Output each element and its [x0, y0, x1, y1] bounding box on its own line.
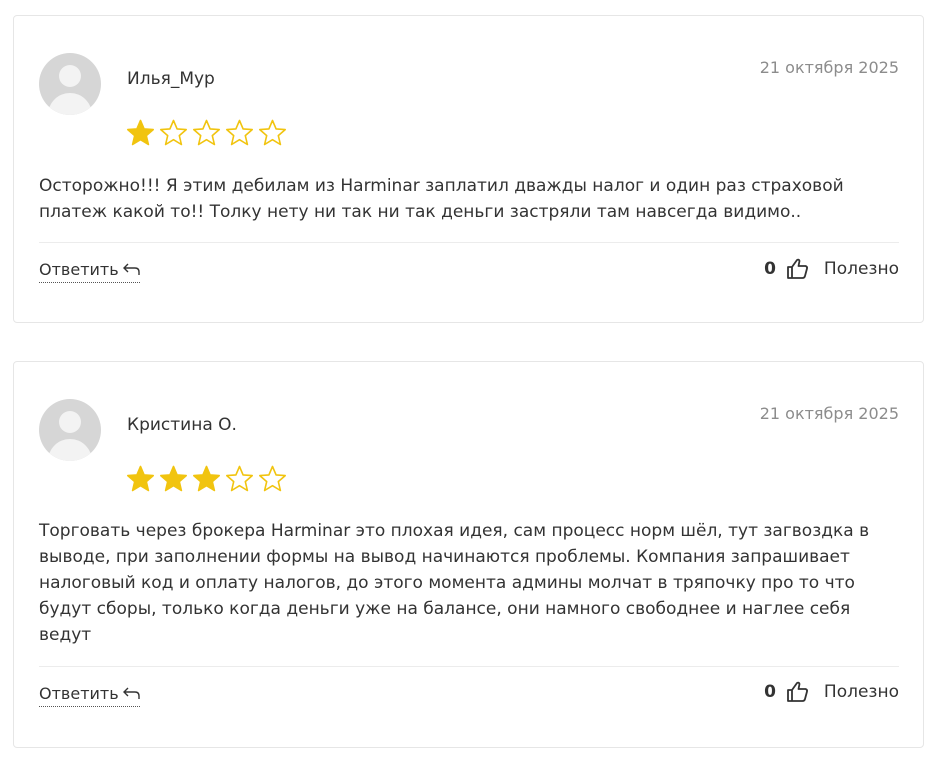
review-text: Осторожно!!! Я этим дебилам из Harminar …: [39, 176, 844, 222]
review-card: Илья_Мур 21 октября 2025 Осторожно!!! Я …: [13, 15, 924, 323]
reply-label: Ответить: [39, 684, 119, 703]
reply-arrow-icon: [122, 687, 140, 699]
helpful-section: 0 Полезно: [764, 257, 899, 281]
helpful-count: 0: [764, 259, 776, 279]
reply-button[interactable]: Ответить: [39, 260, 140, 283]
review-date: 21 октября 2025: [759, 58, 899, 77]
avatar-body-icon: [48, 439, 92, 461]
star-empty-icon: [259, 465, 286, 492]
avatar: [39, 53, 101, 115]
avatar-body-icon: [48, 93, 92, 115]
avatar-head-icon: [59, 411, 81, 433]
review-author: Илья_Мур: [127, 69, 215, 89]
star-filled-icon: [193, 465, 220, 492]
divider: [39, 666, 899, 667]
review-card: Кристина О. 21 октября 2025 Торговать че…: [13, 361, 924, 748]
review-text: Торговать через брокера Harminar это пло…: [39, 521, 870, 645]
star-empty-icon: [226, 119, 253, 146]
avatar: [39, 399, 101, 461]
star-filled-icon: [127, 119, 154, 146]
reply-button[interactable]: Ответить: [39, 684, 140, 707]
divider: [39, 242, 899, 243]
avatar-head-icon: [59, 65, 81, 87]
thumbs-up-icon[interactable]: [786, 257, 810, 281]
helpful-count: 0: [764, 682, 776, 702]
reply-label: Ответить: [39, 260, 119, 279]
star-empty-icon: [160, 119, 187, 146]
star-empty-icon: [226, 465, 253, 492]
helpful-button[interactable]: Полезно: [824, 682, 899, 702]
star-filled-icon: [127, 465, 154, 492]
helpful-section: 0 Полезно: [764, 680, 899, 704]
star-filled-icon: [160, 465, 187, 492]
review-author: Кристина О.: [127, 415, 237, 435]
star-rating: [126, 119, 287, 147]
star-rating: [126, 465, 287, 493]
reply-arrow-icon: [122, 263, 140, 275]
helpful-button[interactable]: Полезно: [824, 259, 899, 279]
star-empty-icon: [259, 119, 286, 146]
review-date: 21 октября 2025: [759, 404, 899, 423]
star-empty-icon: [193, 119, 220, 146]
thumbs-up-icon[interactable]: [786, 680, 810, 704]
